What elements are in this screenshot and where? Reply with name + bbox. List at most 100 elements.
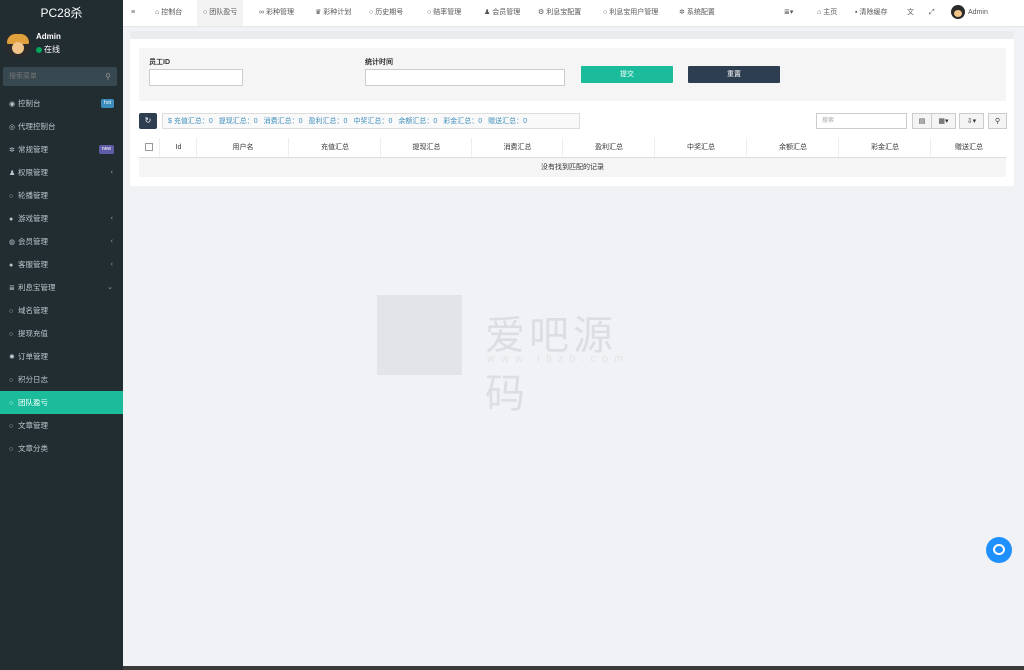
sidebar-item-permission[interactable]: ♟ 权限管理 ‹ xyxy=(0,161,123,184)
sidebar-search-input[interactable] xyxy=(3,67,99,86)
column-header[interactable]: 彩金汇总 xyxy=(838,138,931,157)
tab-interest-config[interactable]: ⚙ 利息宝配置 xyxy=(532,0,587,26)
app-logo[interactable]: PC28杀 xyxy=(0,0,123,26)
sidebar-item-article-categories[interactable]: ○ 文章分类 xyxy=(0,437,123,460)
hot-badge: hot xyxy=(101,99,114,108)
table-search-input[interactable]: 搜索 xyxy=(816,113,907,129)
columns-dropdown-icon[interactable]: ▦▾ xyxy=(931,113,956,129)
sidebar-item-label: 客服管理 xyxy=(18,260,48,269)
chat-bubble-icon[interactable] xyxy=(986,537,1012,563)
circle-icon: ○ xyxy=(9,193,14,200)
select-all-checkbox[interactable] xyxy=(139,138,159,157)
main-panel: 员工ID 统计时间 提交 重置 ↻ $ 充值汇总：0 提现汇总：0 消费汇总：0 盈利… xyxy=(130,39,1014,186)
sidebar-search: ⚲ xyxy=(3,67,117,86)
tab-dashboard[interactable]: ⌂ 控制台 xyxy=(149,0,188,26)
sidebar-item-member[interactable]: ◍ 会员管理 ‹ xyxy=(0,230,123,253)
sidebar-item-agent-dashboard[interactable]: ◎ 代理控制台 xyxy=(0,115,123,138)
tab-interest-users[interactable]: ○ 利息宝用户管理 xyxy=(597,0,664,26)
sidebar-item-team-profit[interactable]: ○ 团队盈亏 xyxy=(0,391,123,414)
tab-label: 彩种管理 xyxy=(266,9,294,16)
clear-cache-button[interactable]: ▪ 清除缓存 xyxy=(855,0,887,26)
export-dropdown-icon[interactable]: ⇩▾ xyxy=(959,113,984,129)
crown-icon: ♛ xyxy=(315,9,322,16)
sidebar-item-interest[interactable]: ≣ 利息宝管理 ⌄ xyxy=(0,276,123,299)
refresh-icon[interactable]: ↻ xyxy=(139,113,157,129)
clear-cache-label: 清除缓存 xyxy=(859,9,888,16)
stat-time-field[interactable] xyxy=(365,69,565,86)
chevron-down-icon: ⌄ xyxy=(107,284,113,291)
cogs-icon: ⚙ xyxy=(538,9,545,16)
column-header[interactable]: 赠送汇总 xyxy=(930,138,1007,157)
summary-withdraw: 提现汇总：0 xyxy=(218,118,258,125)
sidebar-menu: ◉ 控制台 hot ◎ 代理控制台 ✲ 常规管理 new ♟ 权限管理 ‹ ○ 轮播管理 ● 游戏… xyxy=(0,92,123,460)
column-header[interactable]: 盈利汇总 xyxy=(562,138,655,157)
sidebar: PC28杀 Admin 在线 ⚲ ◉控制台 hot ◎代理控制台 ✲常规管理 new… xyxy=(0,0,123,670)
online-dot-icon xyxy=(36,46,42,53)
tab-members[interactable]: ♟ 会员管理 xyxy=(478,0,526,26)
sidebar-item-dashboard[interactable]: ◉ 控制台 hot xyxy=(0,92,123,115)
tab-history-issues[interactable]: ○ 历史期号 xyxy=(363,0,409,26)
translate-icon[interactable]: 文 xyxy=(907,0,914,26)
filter-form: 员工ID 统计时间 提交 重置 xyxy=(139,48,1006,101)
circle-icon: ○ xyxy=(369,9,374,16)
user-circle-icon: ◍ xyxy=(9,239,16,246)
sidebar-item-label: 轮播管理 xyxy=(18,191,48,200)
chevron-left-icon: ‹ xyxy=(110,261,113,268)
summary-bar: $ 充值汇总：0 提现汇总：0 消费汇总：0 盈利汇总：0 中奖汇总：0 余额汇总：0 彩金… xyxy=(162,113,580,129)
sidebar-item-label: 代理控制台 xyxy=(18,122,56,131)
sidebar-item-carousel[interactable]: ○ 轮播管理 xyxy=(0,184,123,207)
sidebar-item-label: 会员管理 xyxy=(18,237,48,246)
sidebar-item-label: 文章管理 xyxy=(18,421,48,430)
fullscreen-icon[interactable]: ⤢ xyxy=(929,0,935,26)
home-icon: ⌂ xyxy=(817,9,822,16)
column-header[interactable]: 提现汇总 xyxy=(380,138,472,157)
summary-gift: 赠送汇总：0 xyxy=(488,118,528,125)
employee-id-label: 员工ID xyxy=(149,59,170,66)
column-header[interactable]: 用户名 xyxy=(196,138,289,157)
sidebar-item-label: 域名管理 xyxy=(18,306,48,315)
sidebar-item-withdraw[interactable]: ○ 提现充值 xyxy=(0,322,123,345)
circle-icon: ○ xyxy=(9,331,14,338)
avatar xyxy=(5,32,31,58)
column-header[interactable]: Id xyxy=(159,138,197,157)
sidebar-item-points-log[interactable]: ○ 积分日志 xyxy=(0,368,123,391)
tab-label: 彩种计划 xyxy=(323,9,352,16)
trash-icon: ▪ xyxy=(855,9,858,16)
column-header[interactable]: 充值汇总 xyxy=(288,138,381,157)
column-header[interactable]: 中奖汇总 xyxy=(654,138,747,157)
sidebar-item-game[interactable]: ● 游戏管理 ‹ xyxy=(0,207,123,230)
sidebar-item-general[interactable]: ✲ 常规管理 new xyxy=(0,138,123,161)
column-header[interactable]: 消费汇总 xyxy=(471,138,563,157)
tab-odds[interactable]: ○ 赔率管理 xyxy=(421,0,467,26)
tab-lottery-plans[interactable]: ♛ 彩种计划 xyxy=(309,0,357,26)
home-link[interactable]: ⌂ 主页 xyxy=(817,0,837,26)
summary-win: 中奖汇总：0 xyxy=(353,118,393,125)
menu-toggle-icon[interactable]: ≡ xyxy=(131,0,135,26)
tab-lottery-types[interactable]: ∞ 彩种管理 xyxy=(253,0,300,26)
submit-button[interactable]: 提交 xyxy=(581,66,673,83)
sidebar-item-support[interactable]: ● 客服管理 ‹ xyxy=(0,253,123,276)
sidebar-item-articles[interactable]: ○ 文章管理 xyxy=(0,414,123,437)
chevron-left-icon: ‹ xyxy=(110,238,113,245)
column-header[interactable]: 余额汇总 xyxy=(746,138,839,157)
tab-label: 利息宝用户管理 xyxy=(609,9,659,16)
employee-id-field[interactable] xyxy=(149,69,243,86)
table-header: Id 用户名 充值汇总 提现汇总 消费汇总 盈利汇总 中奖汇总 余额汇总 彩金汇… xyxy=(139,138,1006,158)
more-menu-icon[interactable]: ≣▾ xyxy=(784,0,793,26)
reset-button[interactable]: 重置 xyxy=(688,66,780,83)
circle-icon: ○ xyxy=(9,400,14,407)
toggle-view-icon[interactable]: ▤ xyxy=(912,113,932,129)
dashboard-icon: ⌂ xyxy=(155,9,160,16)
search-icon[interactable]: ⚲ xyxy=(105,72,111,81)
summary-consume: 消费汇总：0 xyxy=(263,118,303,125)
tab-team-profit[interactable]: ○ 团队盈亏 xyxy=(197,0,244,26)
circle-icon: ○ xyxy=(603,9,608,16)
sidebar-item-label: 积分日志 xyxy=(18,375,48,384)
sidebar-item-orders[interactable]: ✹ 订单管理 xyxy=(0,345,123,368)
tab-strip xyxy=(130,31,1014,39)
search-icon[interactable]: ⚲ xyxy=(988,113,1007,129)
user-menu[interactable]: Admin xyxy=(951,0,988,26)
bottom-border xyxy=(123,666,1024,670)
tab-system-config[interactable]: ✲ 系统配置 xyxy=(673,0,721,26)
sidebar-item-domain[interactable]: ○ 域名管理 xyxy=(0,299,123,322)
